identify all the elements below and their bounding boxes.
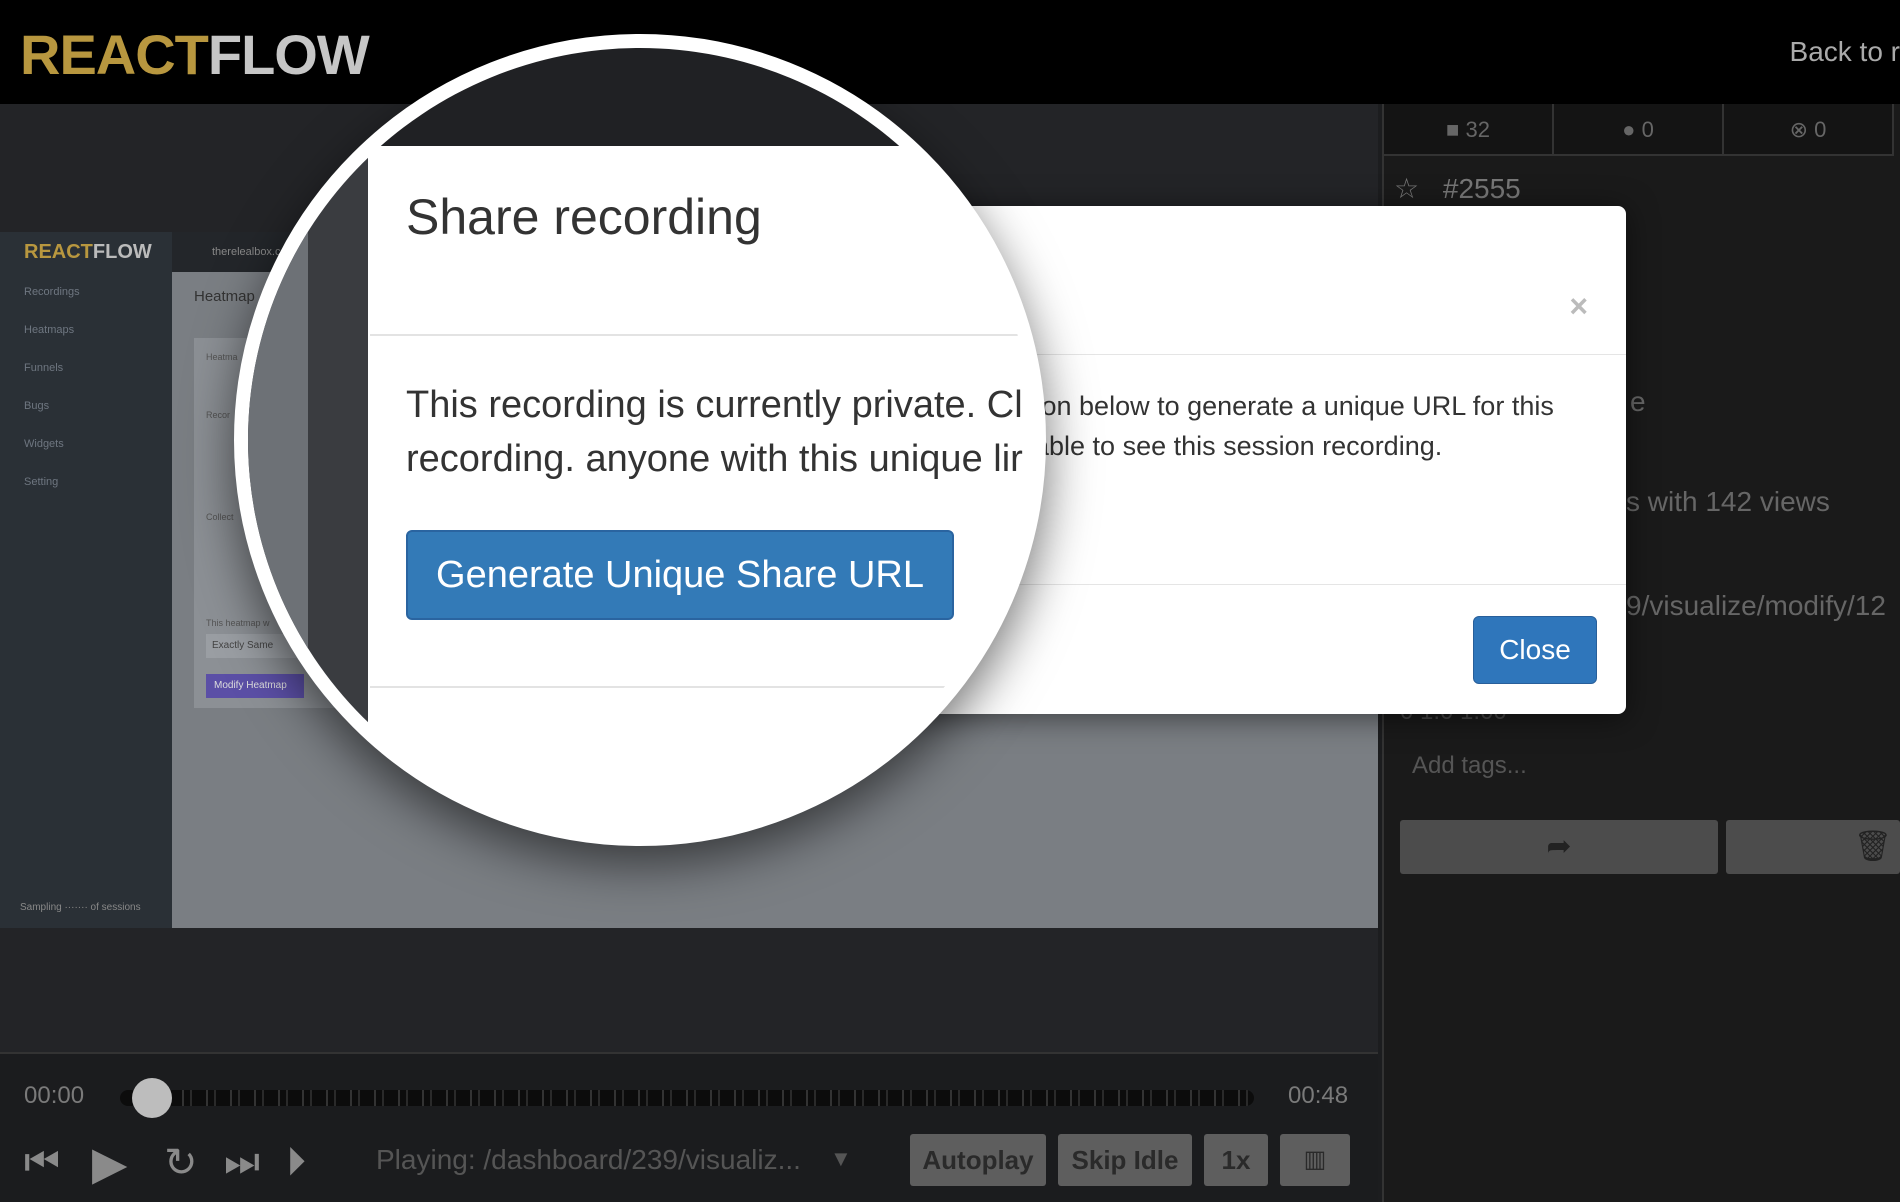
timeline-thumb[interactable]	[132, 1078, 172, 1118]
error-circle-icon: ⊗	[1789, 117, 1809, 142]
tab-errors[interactable]: ⊗ 0	[1724, 104, 1894, 156]
next-icon[interactable]: ⏵	[286, 1140, 306, 1185]
sidebar-views-text: s with 142 views	[1626, 486, 1830, 517]
modal-title: Share recording	[406, 189, 762, 245]
recording-card-label: Recor	[206, 410, 231, 420]
close-button[interactable]: Close	[1473, 616, 1597, 684]
recording-nav-item: Heatmaps	[24, 324, 75, 336]
player-controls: 00:00 00:48 ⏮ ▶ ↻ ⏭ ⏵ Playing: /dashboar…	[0, 1052, 1378, 1202]
skip-idle-button[interactable]: Skip Idle	[1058, 1134, 1192, 1186]
recording-heading: Heatmap	[194, 288, 255, 305]
comment-icon: ●	[1622, 117, 1636, 142]
layout-toggle-icon[interactable]: ▥	[1280, 1134, 1350, 1186]
speed-button[interactable]: 1x	[1204, 1134, 1268, 1186]
chevron-down-icon[interactable]: ▼	[830, 1146, 852, 1172]
timeline-scrubber[interactable]	[120, 1090, 1254, 1106]
back-link[interactable]: Back to r	[1790, 36, 1900, 68]
share-icon: ➦	[1546, 830, 1572, 863]
autoplay-button[interactable]: Autoplay	[910, 1134, 1046, 1186]
video-camera-icon: ■	[1446, 117, 1460, 142]
modal-divider	[370, 334, 1032, 336]
recording-card-label: Heatma	[206, 352, 238, 362]
trash-icon: 🗑	[1853, 830, 1892, 863]
recording-nav-item: Bugs	[24, 400, 50, 412]
recording-nav-item: Setting	[24, 476, 59, 488]
playing-page-select[interactable]: Playing: /dashboard/239/visualiz...	[376, 1144, 801, 1176]
recording-nav-item: Widgets	[24, 438, 64, 450]
replay-icon[interactable]: ↻	[164, 1140, 198, 1186]
time-start: 00:00	[24, 1082, 85, 1109]
sidebar-partial-text: e	[1630, 386, 1646, 417]
recording-nav-item: Recordings	[24, 286, 80, 298]
skip-forward-icon[interactable]: ⏭	[224, 1140, 260, 1185]
recording-nav-item: Funnels	[24, 362, 64, 374]
tab-videos[interactable]: ■ 32	[1384, 104, 1554, 156]
tab-comments[interactable]: ● 0	[1554, 104, 1724, 156]
tags-input[interactable]: Add tags...	[1412, 752, 1527, 780]
modal-body-magnified: This recording is currently private. Cl …	[406, 384, 1023, 480]
recording-card-label: Collect	[206, 512, 234, 522]
recording-id: ☆ #2555	[1394, 173, 1521, 204]
recording-nav: Recordings Heatmaps Funnels Bugs Widgets…	[24, 286, 154, 514]
play-icon[interactable]: ▶	[92, 1136, 127, 1190]
sidebar-url-text: 9/visualize/modify/12	[1626, 590, 1886, 621]
modal-body: ton below to generate a unique URL for t…	[1034, 391, 1554, 461]
skip-back-icon[interactable]: ⏮	[24, 1140, 60, 1185]
close-icon[interactable]: ×	[1569, 288, 1588, 325]
magnifier-lens: Share recording This recording is curren…	[234, 34, 1046, 846]
recording-logo: REACTFLOW	[24, 241, 152, 263]
modal-divider	[370, 686, 1032, 688]
delete-button[interactable]: 🗑	[1726, 820, 1900, 874]
recording-footer: Sampling ······· of sessions	[20, 902, 141, 913]
generate-share-url-button[interactable]: Generate Unique Share URL	[406, 530, 954, 620]
share-button[interactable]: ➦	[1400, 820, 1718, 874]
magnified-backdrop	[248, 146, 308, 832]
time-end: 00:48	[1288, 1082, 1349, 1109]
magnified-modal	[370, 146, 1032, 832]
star-icon[interactable]: ☆	[1394, 173, 1419, 204]
magnified-backdrop	[248, 48, 1032, 146]
